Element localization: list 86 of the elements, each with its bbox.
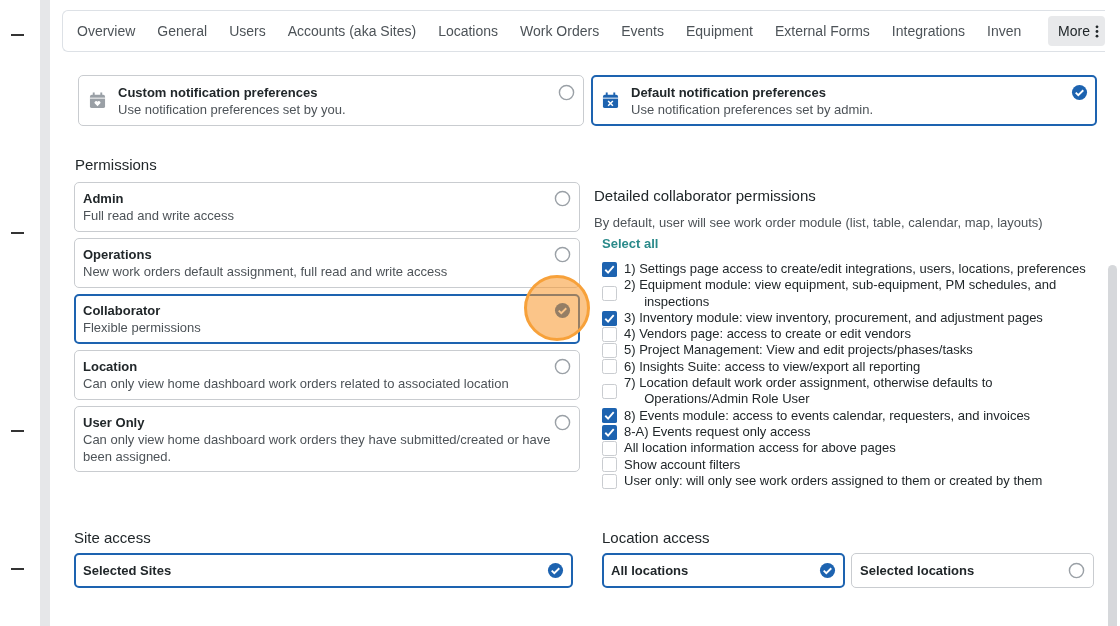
option-description: Use notification preferences set by admin. — [631, 101, 875, 118]
selected-check-icon[interactable] — [547, 562, 564, 580]
role-description: Flexible permissions — [83, 319, 202, 336]
tab[interactable]: Users — [219, 23, 276, 39]
role-description: Full read and write access — [83, 207, 235, 224]
selected-check-icon[interactable] — [819, 562, 836, 580]
role-option-card[interactable]: Admin Full read and write access — [74, 182, 580, 232]
notification-option-card[interactable]: Custom notification preferences Use notification preferences set by you. — [78, 75, 584, 126]
option-title: Default notification preferences — [631, 84, 828, 101]
radio-button[interactable] — [1068, 562, 1085, 580]
checkbox[interactable] — [602, 359, 617, 375]
collapse-dash-icon[interactable] — [10, 568, 24, 570]
checkbox-label: 8-A) Events request only access — [624, 423, 811, 441]
option-description: Use notification preferences set by you. — [118, 101, 347, 118]
role-title: Collaborator — [83, 302, 162, 319]
tab[interactable]: Work Orders — [510, 23, 610, 39]
checkbox-label: Show account filters — [624, 456, 741, 473]
checkbox[interactable] — [602, 343, 617, 359]
tab[interactable]: Events — [611, 23, 674, 39]
tab[interactable]: Locations — [428, 23, 509, 39]
option-title: Selected locations — [860, 563, 976, 579]
role-option-card[interactable]: User Only Can only view home dashboard work orders they have submitted/created or have been assigned. — [74, 406, 580, 472]
role-option-card[interactable]: Collaborator Flexible permissions — [74, 294, 580, 344]
section-heading: Location access — [602, 529, 711, 547]
radio-button[interactable] — [554, 358, 571, 375]
role-option-card[interactable]: Location Can only view home dashboard work orders related to associated location — [74, 350, 580, 400]
checkbox-label: All location information access for above pages — [624, 440, 896, 457]
checkbox[interactable] — [602, 326, 617, 342]
option-title: Custom notification preferences — [118, 84, 319, 101]
role-title: Admin — [83, 190, 125, 207]
checkbox-label: 7) Location default work order assignment, otherwise defaults to Operations/Admin Role User — [624, 375, 994, 408]
checkbox[interactable] — [602, 473, 617, 489]
scrollbar-thumb[interactable] — [1108, 265, 1117, 626]
tab[interactable]: Overview — [67, 23, 146, 39]
section-heading: Detailed collaborator permissions — [594, 187, 817, 204]
option-title: All locations — [611, 563, 690, 579]
tab[interactable]: External Forms — [764, 23, 880, 39]
option-title: Selected Sites — [83, 563, 173, 579]
checkbox[interactable] — [602, 261, 617, 277]
role-description: Can only view home dashboard work orders they have submitted/created or have been assigned. — [83, 431, 552, 465]
role-title: Operations — [83, 246, 153, 263]
access-option-card[interactable]: Selected locations — [851, 553, 1094, 589]
checkbox-label: 5) Project Management: View and edit projects/phases/tasks — [624, 342, 973, 359]
tab[interactable]: General — [147, 23, 218, 39]
collapse-dash-icon[interactable] — [10, 430, 24, 432]
checkbox[interactable] — [602, 424, 617, 440]
selected-check-icon[interactable] — [554, 302, 571, 319]
info-text: By default, user will see work order module (list, table, calendar, map, layouts) — [594, 215, 1044, 230]
checkbox[interactable] — [602, 310, 617, 326]
section-heading: Site access — [74, 529, 152, 547]
checkbox[interactable] — [602, 383, 617, 399]
tab[interactable]: Integrations — [881, 23, 975, 39]
radio-button[interactable] — [554, 190, 571, 207]
checkbox-label: 2) Equipment module: view equipment, sub-equipment, PM schedules, and inspections — [624, 277, 1058, 310]
calendar-x-icon — [602, 92, 619, 109]
checkbox-label: 1) Settings page access to create/edit integrations, users, locations, preferences — [624, 261, 1086, 278]
checkbox-label: 3) Inventory module: view inventory, procurement, and adjustment pages — [624, 309, 1043, 327]
role-title: Location — [83, 358, 139, 375]
section-heading: Permissions — [75, 156, 158, 173]
tab[interactable]: Inven — [977, 23, 1032, 39]
checkbox-label: 6) Insights Suite: access to view/export all reporting — [624, 358, 921, 376]
checkbox-label: 8) Events module: access to events calendar, requesters, and invoices — [624, 407, 1031, 424]
access-option-card[interactable]: All locations — [602, 553, 845, 589]
collapse-dash-icon[interactable] — [10, 34, 24, 36]
radio-button[interactable] — [554, 246, 571, 263]
checkbox[interactable] — [602, 457, 617, 473]
checkbox[interactable] — [602, 440, 617, 456]
role-option-card[interactable]: Operations New work orders default assignment, full read and write access — [74, 238, 580, 288]
select-all-link[interactable]: Select all — [594, 236, 659, 251]
role-description: New work orders default assignment, full read and write access — [83, 263, 449, 280]
more-button[interactable]: More — [1048, 16, 1105, 46]
collapse-dash-icon[interactable] — [10, 232, 24, 234]
notification-option-card[interactable]: Default notification preferences Use notification preferences set by admin. — [591, 75, 1097, 126]
checkbox-label: User only: will only see work orders assigned to them or created by them — [624, 472, 1043, 490]
radio-button[interactable] — [558, 84, 575, 101]
checkbox[interactable] — [602, 286, 617, 302]
selected-check-icon[interactable] — [1071, 84, 1088, 101]
access-option-card[interactable]: Selected Sites — [74, 553, 573, 589]
more-dots-icon — [1095, 24, 1099, 38]
tab[interactable]: Equipment — [675, 23, 763, 39]
role-title: User Only — [83, 414, 146, 431]
radio-button[interactable] — [554, 414, 571, 431]
checkbox[interactable] — [602, 408, 617, 424]
checkbox-label: 4) Vendors page: access to create or edit vendors — [624, 326, 911, 343]
tab[interactable]: Accounts (aka Sites) — [277, 23, 427, 39]
role-description: Can only view home dashboard work orders related to associated location — [83, 375, 510, 392]
